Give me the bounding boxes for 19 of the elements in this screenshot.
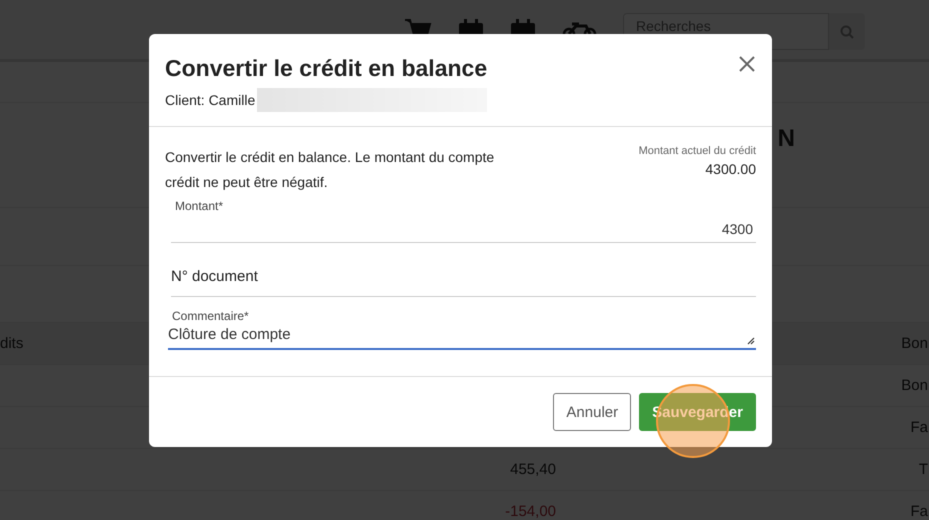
table-cell: T — [918, 461, 928, 478]
client-name: Client: Camille — [165, 92, 256, 108]
amount-cell: 455,40 — [510, 461, 556, 478]
modal-title: Convertir le crédit en balance — [165, 55, 488, 82]
table-cell: Fa — [910, 419, 928, 436]
table-cell: Bon — [901, 377, 928, 394]
description-text: Convertir le crédit en balance. Le montant du compte crédit ne peut être négatif. — [165, 148, 496, 192]
resize-handle-icon[interactable] — [747, 337, 755, 345]
cancel-button[interactable]: Annuler — [553, 393, 632, 431]
field-label: Commentaire* — [171, 309, 250, 323]
page-heading: N — [778, 125, 795, 153]
close-button[interactable] — [738, 55, 756, 73]
credit-value: 4300.00 — [705, 161, 756, 177]
field-label: Montant* — [174, 199, 224, 213]
table-cell: Fa — [910, 503, 928, 520]
document-number-field[interactable]: N° document — [171, 257, 756, 297]
amount-field[interactable]: 4300 — [171, 217, 756, 243]
credit-label: Montant actuel du crédit — [638, 145, 756, 157]
comment-field[interactable]: Clôture de compte — [168, 326, 756, 350]
